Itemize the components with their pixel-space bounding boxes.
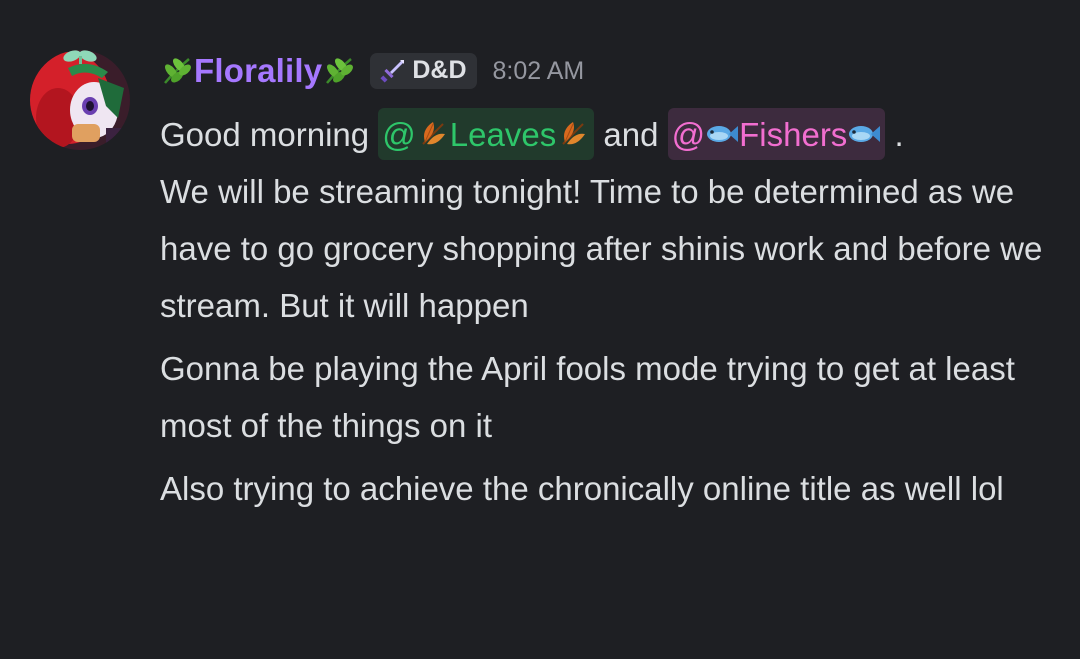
username[interactable]: Floralily [160,52,356,90]
fish-icon [705,117,739,151]
message-content: Floralily D&D 8:02 AM Good morning @ Lea… [160,36,1060,517]
message-paragraph: Good morning @ Leaves and @ Fishers . We wi… [160,106,1060,334]
message-body: Good morning @ Leaves and @ Fishers . We wi… [160,106,1060,517]
username-text: Floralily [194,52,323,89]
mention-name: Fishers [739,115,848,153]
message-paragraph: Gonna be playing the April fools mode tr… [160,350,1015,445]
herb-icon [160,54,194,88]
tail-text: . [885,116,904,153]
sword-icon [378,57,406,85]
avatar[interactable] [28,48,132,152]
fallen-leaf-icon [416,117,450,151]
mention-fishers[interactable]: @ Fishers [667,108,886,161]
mention-name: Leaves [449,115,557,153]
joiner-text: and [594,116,668,153]
mention-leaves[interactable]: @ Leaves [378,108,595,161]
avatar-image [30,50,130,150]
herb-icon [322,54,356,88]
greeting-text: Good morning [160,116,379,153]
mention-prefix: @ [382,115,416,153]
paragraph-text: We will be streaming tonight! Time to be… [160,173,1043,325]
message-paragraph: Also trying to achieve the chronically o… [160,470,1004,508]
fish-icon [847,117,881,151]
message-header: Floralily D&D 8:02 AM [160,36,1060,106]
tag-label: D&D [412,56,467,84]
server-tag[interactable]: D&D [370,53,477,89]
timestamp[interactable]: 8:02 AM [493,57,585,86]
fallen-leaf-icon [556,117,590,151]
mention-prefix: @ [671,115,706,153]
